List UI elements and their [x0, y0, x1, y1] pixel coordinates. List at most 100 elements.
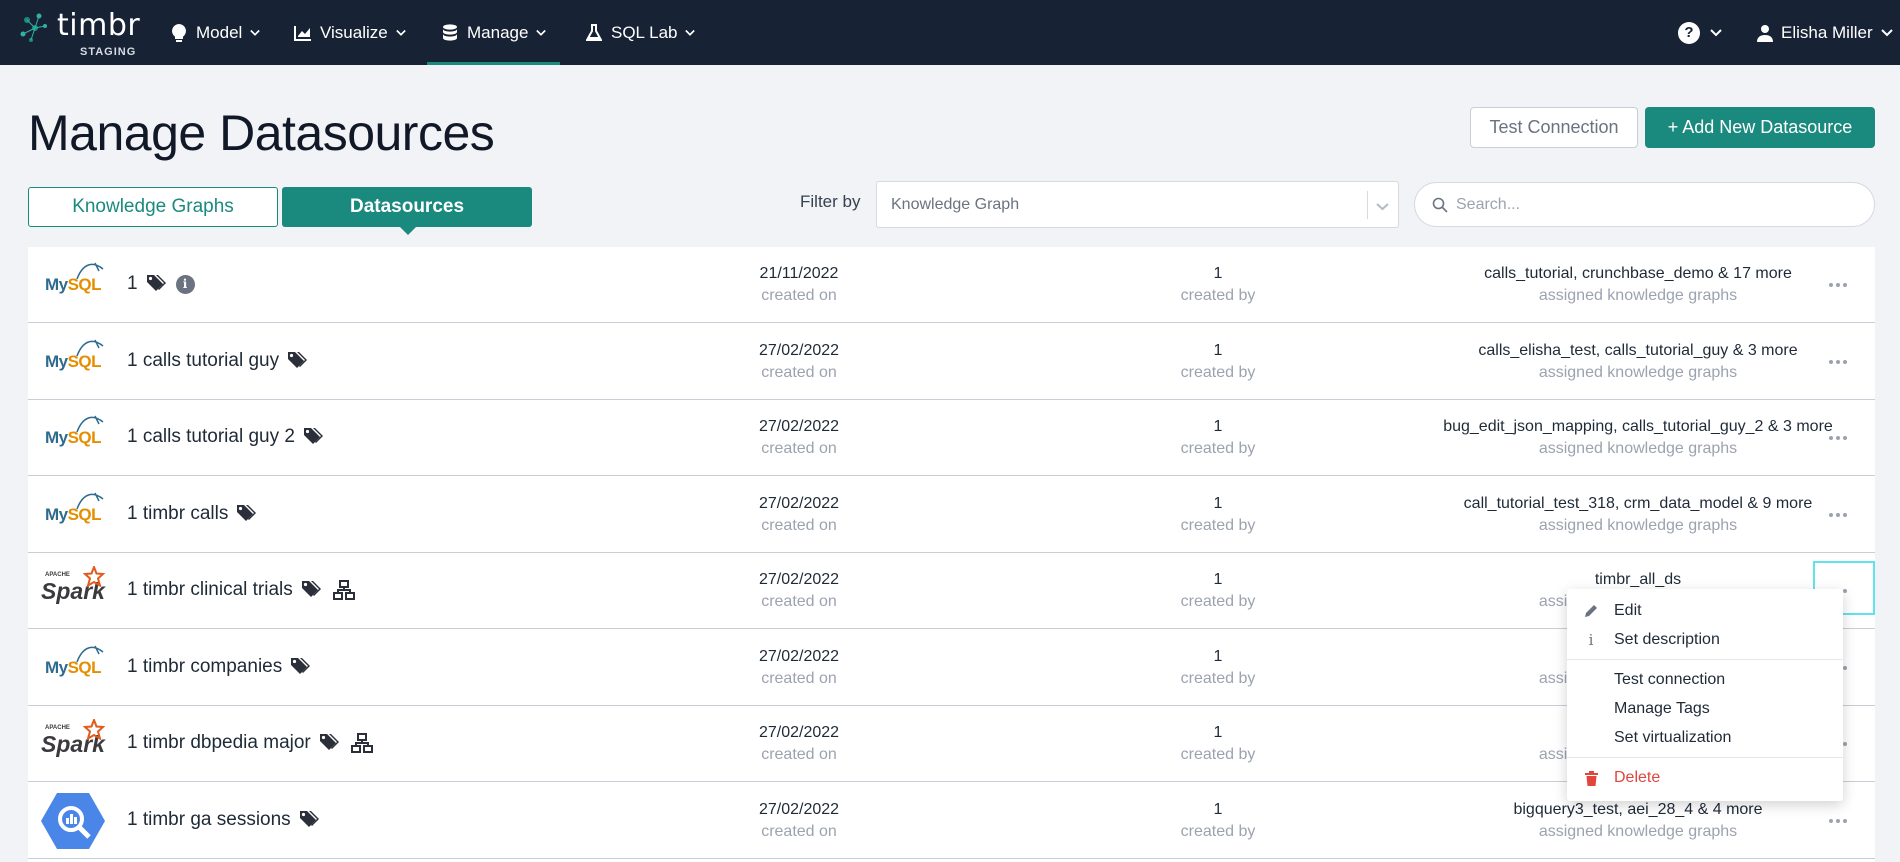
bulb-icon	[170, 23, 188, 42]
knowledge-graphs-cell: calls_tutorial, crunchbase_demo & 17 mor…	[1338, 263, 1875, 307]
created-by-cell: 1 created by	[1093, 493, 1343, 537]
tags-icon[interactable]	[301, 580, 321, 600]
datasource-name[interactable]: 1i	[127, 273, 195, 295]
nav-sql-lab[interactable]: SQL Lab	[585, 0, 696, 65]
filter-select[interactable]: Knowledge Graph	[876, 181, 1399, 228]
knowledge-graphs-value: bug_edit_json_mapping, calls_tutorial_gu…	[1443, 418, 1833, 435]
nav-model[interactable]: Model	[170, 0, 261, 65]
datasource-name[interactable]: 1 timbr ga sessions	[127, 809, 319, 831]
datasource-name[interactable]: 1 timbr dbpedia major	[127, 732, 373, 754]
tags-icon[interactable]	[319, 733, 339, 753]
knowledge-graphs-label: assigned knowledge graphs	[1538, 287, 1738, 304]
created-by-label: created by	[1180, 516, 1256, 534]
datasource-name[interactable]: 1 calls tutorial guy 2	[127, 426, 323, 448]
created-by-cell: 1 created by	[1093, 646, 1343, 690]
tags-icon[interactable]	[299, 810, 319, 830]
mysql-logo-icon: MySQL	[45, 415, 104, 448]
search-input[interactable]: Search...	[1456, 196, 1520, 214]
created-on-cell: 27/02/2022 created on	[674, 416, 924, 460]
mysql-logo-icon: MySQL	[45, 262, 104, 295]
menu-item-set-description[interactable]: i Set description	[1567, 626, 1843, 654]
trash-icon	[1583, 770, 1599, 786]
datasource-logo: MySQL	[38, 638, 108, 698]
more-options-icon[interactable]	[1825, 505, 1851, 525]
datasource-name-text: 1 timbr companies	[127, 655, 283, 677]
spark-logo-icon: APACHE Spark	[41, 718, 106, 758]
created-by-label: created by	[1180, 746, 1256, 763]
created-on-cell: 27/02/2022 created on	[674, 493, 924, 537]
created-on-value: 27/02/2022	[758, 647, 840, 665]
test-connection-button[interactable]: Test Connection	[1470, 107, 1638, 148]
created-by-cell: 1 created by	[1093, 722, 1343, 766]
table-row[interactable]: MySQL 1 timbr calls 27/02/2022 created on 1 c…	[28, 477, 1875, 553]
created-on-value: 21/11/2022	[759, 265, 839, 282]
nav-manage[interactable]: Manage	[426, 0, 561, 65]
timbr-logo-mark-icon	[20, 13, 47, 42]
menu-item-set-virtualization[interactable]: Set virtualization	[1567, 724, 1843, 752]
datasource-name[interactable]: 1 timbr calls	[127, 503, 257, 525]
table-row[interactable]: MySQL 1 i 21/11/2022 created on 1 created by ca…	[28, 247, 1875, 323]
created-on-value: 27/02/2022	[758, 494, 840, 512]
created-on-label: created on	[761, 746, 837, 763]
knowledge-graphs-value: calls_elisha_test, calls_tutorial_guy & …	[1478, 341, 1798, 359]
datasource-name-text: 1	[127, 273, 138, 294]
add-new-datasource-button[interactable]: + Add New Datasource	[1645, 107, 1875, 148]
nav-visualize-label: Visualize	[320, 22, 388, 42]
nav-visualize[interactable]: Visualize	[294, 0, 406, 65]
tags-icon[interactable]	[146, 274, 166, 294]
menu-item-test-connection[interactable]: Test connection	[1567, 666, 1843, 694]
user-menu[interactable]: Elisha Miller	[1757, 0, 1893, 65]
tags-icon[interactable]	[303, 427, 323, 447]
created-by-value: 1	[1213, 418, 1223, 435]
brand-name: timbr	[57, 8, 141, 43]
search-field[interactable]: Search...	[1414, 182, 1875, 227]
created-on-label: created on	[761, 363, 837, 381]
flask-icon	[585, 23, 603, 42]
tags-icon[interactable]	[287, 351, 308, 371]
chart-icon	[294, 24, 312, 42]
top-nav: timbr STAGING Model Visualize Manage SQL…	[0, 0, 1900, 65]
more-options-icon[interactable]	[1825, 275, 1851, 295]
created-on-value: 27/02/2022	[758, 341, 840, 359]
datasource-name[interactable]: 1 timbr companies	[127, 655, 311, 678]
info-icon[interactable]: i	[175, 274, 195, 294]
knowledge-graphs-cell: bug_edit_json_mapping, calls_tutorial_gu…	[1338, 416, 1875, 460]
datasource-name[interactable]: 1 calls tutorial guy	[127, 350, 308, 372]
created-by-cell: 1 created by	[1093, 416, 1343, 460]
help-menu[interactable]: ?	[1678, 0, 1722, 65]
timbr-logo[interactable]: timbr STAGING	[19, 6, 141, 58]
tab-knowledge-graphs[interactable]: Knowledge Graphs	[28, 187, 278, 227]
tags-icon[interactable]	[290, 657, 311, 677]
tab-datasources[interactable]: Datasources	[282, 187, 532, 235]
created-on-label: created on	[761, 822, 837, 840]
more-options-icon[interactable]	[1825, 352, 1851, 372]
nav-model-label: Model	[196, 22, 243, 42]
table-row[interactable]: MySQL 1 calls tutorial guy 2 27/02/2022 cre…	[28, 400, 1875, 476]
hierarchy-icon[interactable]	[332, 580, 355, 600]
menu-item-label: Test connection	[1614, 671, 1726, 688]
nav-sql-lab-label: SQL Lab	[611, 22, 678, 42]
menu-item-label: Edit	[1614, 602, 1642, 619]
created-on-label: created on	[761, 287, 837, 304]
more-options-icon[interactable]	[1825, 811, 1851, 831]
tags-icon[interactable]	[236, 504, 257, 524]
created-on-label: created on	[761, 593, 837, 610]
chevron-down-icon	[395, 28, 406, 38]
created-on-cell: 27/02/2022 created on	[674, 569, 924, 613]
created-by-value: 1	[1213, 800, 1223, 818]
created-on-cell: 27/02/2022 created on	[674, 646, 924, 690]
datasource-name-text: 1 timbr ga sessions	[127, 808, 291, 830]
knowledge-graphs-cell: call_tutorial_test_318, crm_data_model &…	[1338, 493, 1875, 537]
datasource-name[interactable]: 1 timbr clinical trials	[127, 579, 355, 601]
table-row[interactable]: MySQL 1 calls tutorial guy 27/02/2022 creat…	[28, 324, 1875, 400]
knowledge-graphs-label: assigned knowledge graphs	[1538, 363, 1738, 381]
menu-item-edit[interactable]: Edit	[1567, 597, 1843, 625]
menu-item-manage-tags[interactable]: Manage Tags	[1567, 695, 1843, 723]
created-on-label: created on	[761, 440, 837, 457]
bigquery-logo-icon	[41, 792, 105, 849]
hierarchy-icon[interactable]	[350, 733, 373, 753]
more-options-icon[interactable]	[1825, 428, 1851, 448]
created-on-cell: 27/02/2022 created on	[674, 340, 924, 384]
created-on-label: created on	[761, 516, 837, 534]
menu-item-delete[interactable]: Delete	[1567, 764, 1843, 792]
